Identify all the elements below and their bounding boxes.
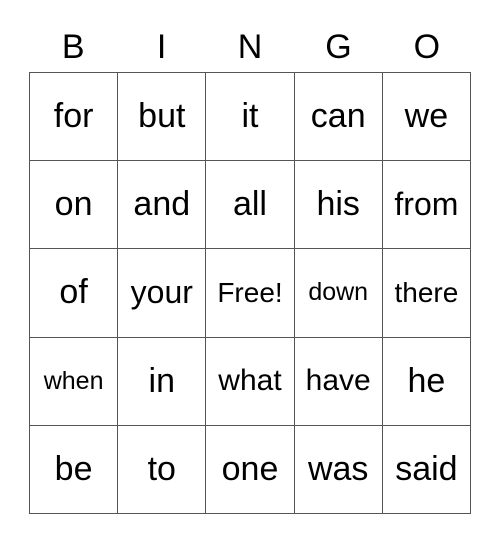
bingo-cell[interactable]: and bbox=[118, 161, 207, 250]
bingo-cell[interactable]: your bbox=[118, 249, 207, 338]
bingo-header: B I N G O bbox=[29, 22, 471, 72]
bingo-cell[interactable]: was bbox=[294, 425, 383, 514]
bingo-cell[interactable]: what bbox=[206, 337, 295, 426]
bingo-cell[interactable]: we bbox=[382, 73, 471, 162]
bingo-cell[interactable]: have bbox=[294, 337, 383, 426]
bingo-cell[interactable]: it bbox=[206, 73, 295, 162]
bingo-cell[interactable]: his bbox=[294, 161, 383, 250]
bingo-cell[interactable]: in bbox=[118, 337, 207, 426]
free-space-cell[interactable]: Free! bbox=[206, 249, 295, 338]
bingo-cell[interactable]: when bbox=[30, 337, 119, 426]
bingo-cell[interactable]: of bbox=[30, 249, 119, 338]
header-letter-o: O bbox=[413, 28, 441, 66]
bingo-grid: for but it can we on and all his from of… bbox=[29, 72, 471, 514]
bingo-cell[interactable]: said bbox=[382, 425, 471, 514]
bingo-cell[interactable]: there bbox=[382, 249, 471, 338]
bingo-cell[interactable]: on bbox=[30, 161, 119, 250]
bingo-cell[interactable]: but bbox=[118, 73, 207, 162]
header-letter-n: N bbox=[237, 28, 263, 66]
bingo-cell[interactable]: he bbox=[382, 337, 471, 426]
bingo-cell[interactable]: can bbox=[294, 73, 383, 162]
bingo-cell[interactable]: down bbox=[294, 249, 383, 338]
bingo-cell[interactable]: one bbox=[206, 425, 295, 514]
bingo-cell[interactable]: for bbox=[30, 73, 119, 162]
header-letter-b: B bbox=[61, 28, 85, 66]
bingo-cell[interactable]: from bbox=[382, 161, 471, 250]
bingo-cell[interactable]: all bbox=[206, 161, 295, 250]
bingo-cell[interactable]: be bbox=[30, 425, 119, 514]
bingo-cell[interactable]: to bbox=[118, 425, 207, 514]
header-letter-g: G bbox=[325, 28, 352, 66]
header-letter-i: I bbox=[156, 28, 167, 66]
